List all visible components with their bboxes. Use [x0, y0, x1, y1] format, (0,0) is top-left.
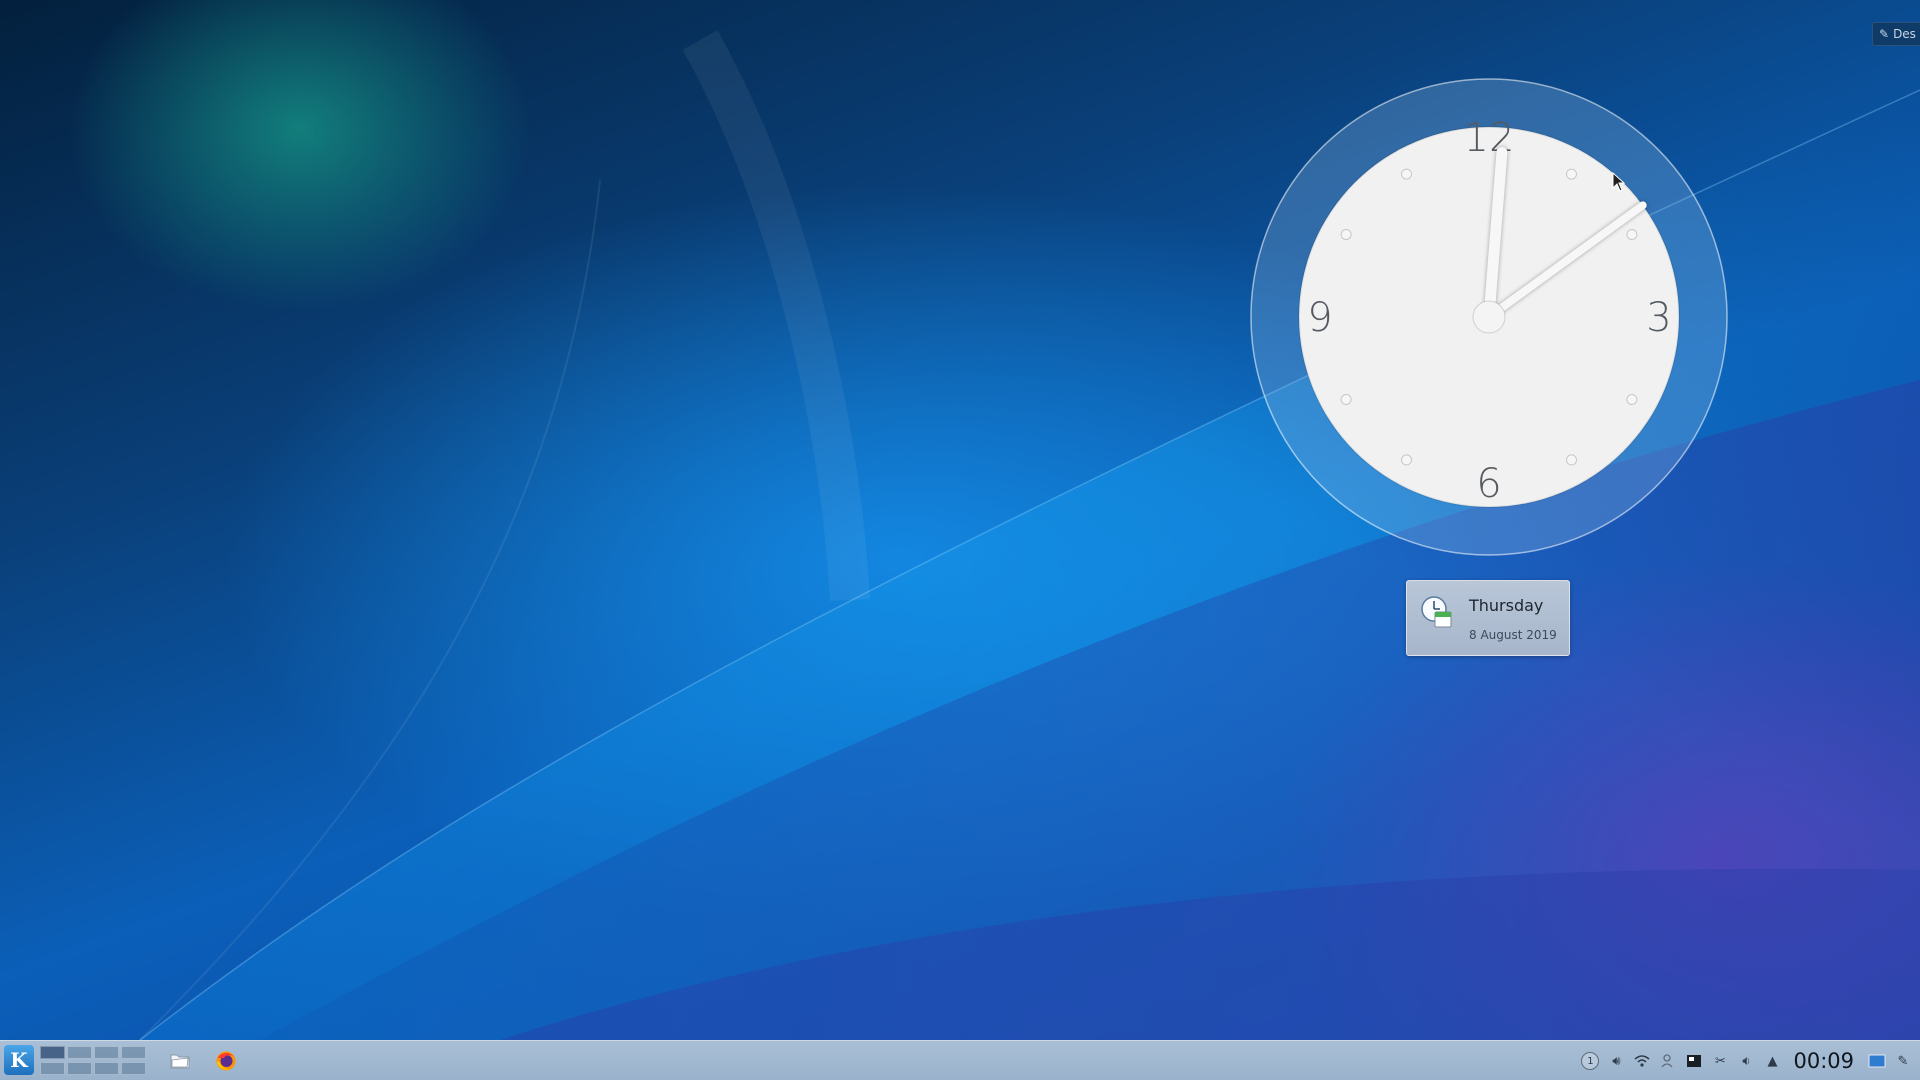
tick-dot [1566, 454, 1577, 466]
virtual-desktop-pager[interactable] [40, 1046, 148, 1076]
date-tooltip: Thursday 8 August 2019 [1406, 580, 1570, 656]
folder-icon [170, 1054, 190, 1069]
tick-dot [1401, 454, 1412, 466]
notifications-badge[interactable]: 1 [1581, 1052, 1600, 1070]
user-switch-icon[interactable] [1659, 1052, 1677, 1070]
calendar-clock-icon [1421, 596, 1452, 628]
volume-icon[interactable]: 🔊︎ [1607, 1052, 1625, 1070]
application-launcher-button[interactable]: K [4, 1045, 34, 1075]
desktop-background[interactable]: ✎ Des 12 3 6 9 Thursday 8 August 2019 K … [0, 0, 1920, 1080]
numeral-3: 3 [1646, 295, 1671, 341]
firefox-icon [216, 1051, 236, 1071]
pager-desktop-7[interactable] [94, 1062, 119, 1075]
kde-logo-icon: K [10, 1048, 28, 1072]
panel-settings-icon[interactable]: ✎ [1894, 1052, 1912, 1070]
tick-dot [1626, 394, 1638, 405]
date-full-label: 8 August 2019 [1469, 628, 1557, 642]
tick-dot [1626, 229, 1638, 240]
mouse-cursor-icon [1612, 172, 1626, 192]
clock-face: 12 3 6 9 [1250, 78, 1728, 556]
toolbox-label: Des [1893, 27, 1916, 41]
clock-center-pin [1472, 300, 1506, 334]
firefox-launcher[interactable] [214, 1049, 238, 1073]
wrench-icon: ✎ [1879, 27, 1890, 41]
tick-dot [1340, 229, 1352, 240]
numeral-6: 6 [1476, 461, 1501, 507]
expand-tray-arrow-icon[interactable]: ▲ [1763, 1052, 1781, 1070]
pager-desktop-6[interactable] [67, 1062, 92, 1075]
tick-dot [1566, 168, 1577, 180]
clipboard-icon[interactable]: ✂︎ [1711, 1052, 1729, 1070]
system-tray: 1 🔊︎ ✂︎ 🔉︎ ▲ 00:09 ✎ [1581, 1041, 1912, 1080]
file-manager-launcher[interactable] [168, 1049, 192, 1073]
show-desktop-icon[interactable] [1868, 1052, 1886, 1070]
desktop-toolbox-button[interactable]: ✎ Des [1872, 22, 1920, 46]
pager-desktop-5[interactable] [40, 1062, 65, 1075]
panel-digital-clock[interactable]: 00:09 [1793, 1049, 1854, 1073]
pager-desktop-1[interactable] [40, 1046, 65, 1059]
pager-desktop-4[interactable] [121, 1046, 146, 1059]
audio-volume-icon[interactable]: 🔉︎ [1737, 1052, 1755, 1070]
tick-dot [1340, 394, 1352, 405]
pager-desktop-8[interactable] [121, 1062, 146, 1075]
device-notifier-icon[interactable] [1685, 1052, 1703, 1070]
date-day-label: Thursday [1469, 596, 1544, 615]
tick-dot [1401, 168, 1412, 180]
pager-desktop-3[interactable] [94, 1046, 119, 1059]
wifi-icon[interactable] [1633, 1052, 1651, 1070]
numeral-9: 9 [1307, 295, 1332, 341]
pager-desktop-2[interactable] [67, 1046, 92, 1059]
taskbar-panel: K 1 🔊︎ ✂︎ 🔉︎ ▲ 00:09 ✎ [0, 1040, 1920, 1080]
analog-clock-widget[interactable]: 12 3 6 9 [1250, 78, 1728, 556]
